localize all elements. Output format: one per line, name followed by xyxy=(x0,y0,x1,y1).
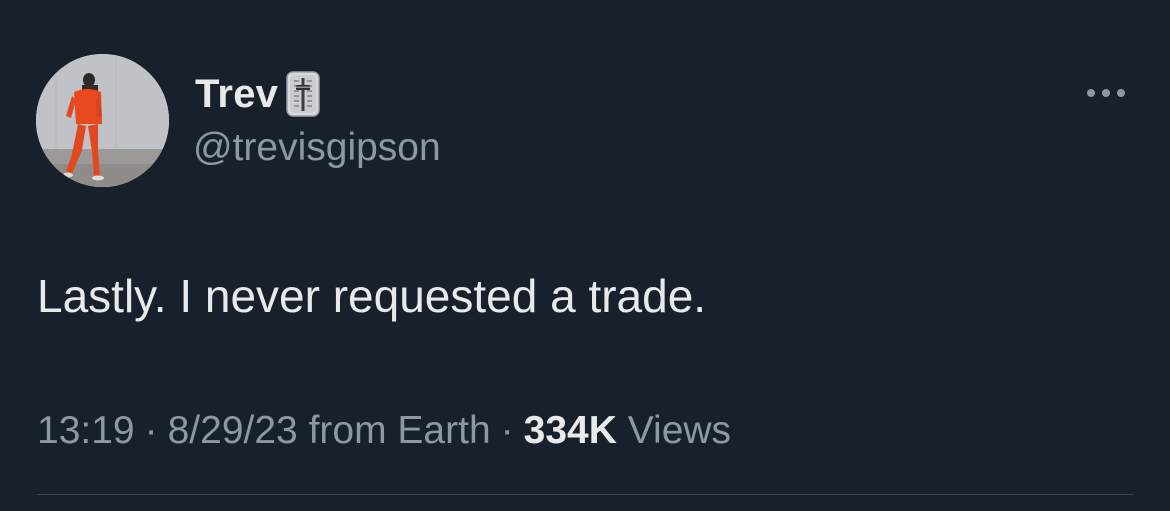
tweet-time[interactable]: 13:19 xyxy=(37,409,135,452)
meta-separator-2: · xyxy=(500,409,514,452)
meta-separator: · xyxy=(144,409,158,452)
tweet-date[interactable]: 8/29/23 xyxy=(168,409,298,452)
views-count: 334K xyxy=(523,409,617,452)
tweet: Trev @trevisgipson Lastly. I never reque… xyxy=(0,0,1170,511)
more-horizontal-icon-dot-3 xyxy=(1117,89,1125,97)
divider xyxy=(37,494,1134,495)
more-horizontal-icon xyxy=(1087,89,1095,97)
user-handle[interactable]: @trevisgipson xyxy=(193,124,441,172)
tweet-meta: 13:19 · 8/29/23 from Earth · 334K Views xyxy=(37,405,731,457)
avatar[interactable] xyxy=(36,54,169,187)
display-name[interactable]: Trev xyxy=(195,68,278,120)
tweet-text: Lastly. I never requested a trade. xyxy=(37,270,707,322)
avatar-photo xyxy=(36,54,169,187)
more-horizontal-icon-dot-2 xyxy=(1102,89,1110,97)
more-options-button[interactable] xyxy=(1080,78,1132,108)
views-label: Views xyxy=(627,409,732,452)
level-slider-icon xyxy=(286,71,320,117)
tweet-source[interactable]: from Earth xyxy=(309,409,491,452)
author-name-row: Trev xyxy=(195,68,320,120)
